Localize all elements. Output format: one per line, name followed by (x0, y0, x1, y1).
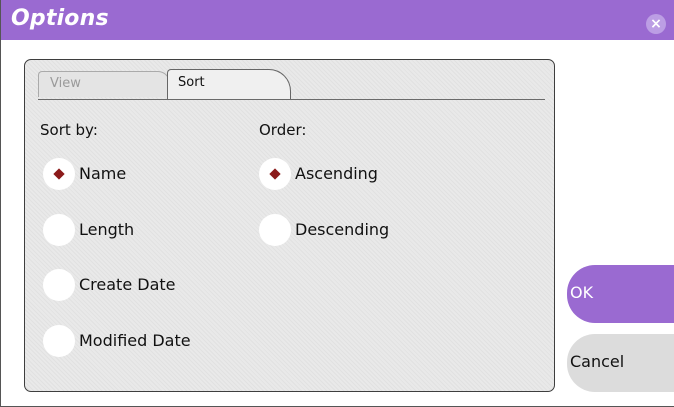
radio-sort-length[interactable]: Length (43, 214, 279, 248)
radio-order-ascending[interactable]: Ascending (259, 158, 495, 192)
sort-by-heading: Sort by: (40, 121, 98, 139)
tab-divider (38, 99, 545, 100)
title-bar: Options × (1, 0, 674, 40)
radio-label: Descending (295, 220, 390, 239)
radio-sort-modified-date[interactable]: Modified Date (43, 325, 279, 359)
ok-button-label: OK (570, 283, 594, 302)
cancel-button[interactable]: Cancel (567, 334, 674, 392)
radio-circle (259, 214, 291, 246)
sort-options-panel: View Sort Sort by: Order: Name Length Cr… (24, 59, 555, 392)
dialog-title: Options (11, 6, 109, 31)
radio-circle (43, 325, 75, 357)
radio-circle (43, 158, 75, 190)
tab-view-label: View (50, 76, 81, 91)
radio-circle (43, 214, 75, 246)
order-heading: Order: (259, 121, 307, 139)
radio-circle (43, 269, 75, 301)
cancel-button-label: Cancel (570, 352, 625, 371)
radio-label: Length (79, 220, 135, 239)
tab-sort[interactable]: Sort (167, 69, 291, 99)
radio-selected-dot (53, 168, 65, 180)
radio-label: Create Date (79, 275, 176, 294)
radio-label: Modified Date (79, 331, 191, 350)
radio-sort-create-date[interactable]: Create Date (43, 269, 279, 303)
close-icon: × (650, 16, 662, 32)
radio-sort-name[interactable]: Name (43, 158, 279, 192)
radio-order-descending[interactable]: Descending (259, 214, 495, 248)
ok-button[interactable]: OK (567, 265, 674, 323)
tab-view[interactable]: View (38, 71, 170, 97)
radio-circle (259, 158, 291, 190)
options-dialog: Options × View Sort Sort by: Order: Name… (0, 0, 674, 407)
radio-selected-dot (269, 168, 281, 180)
tab-sort-label: Sort (178, 75, 205, 90)
radio-label: Ascending (295, 164, 378, 183)
close-button[interactable]: × (646, 14, 666, 34)
radio-label: Name (79, 164, 127, 183)
